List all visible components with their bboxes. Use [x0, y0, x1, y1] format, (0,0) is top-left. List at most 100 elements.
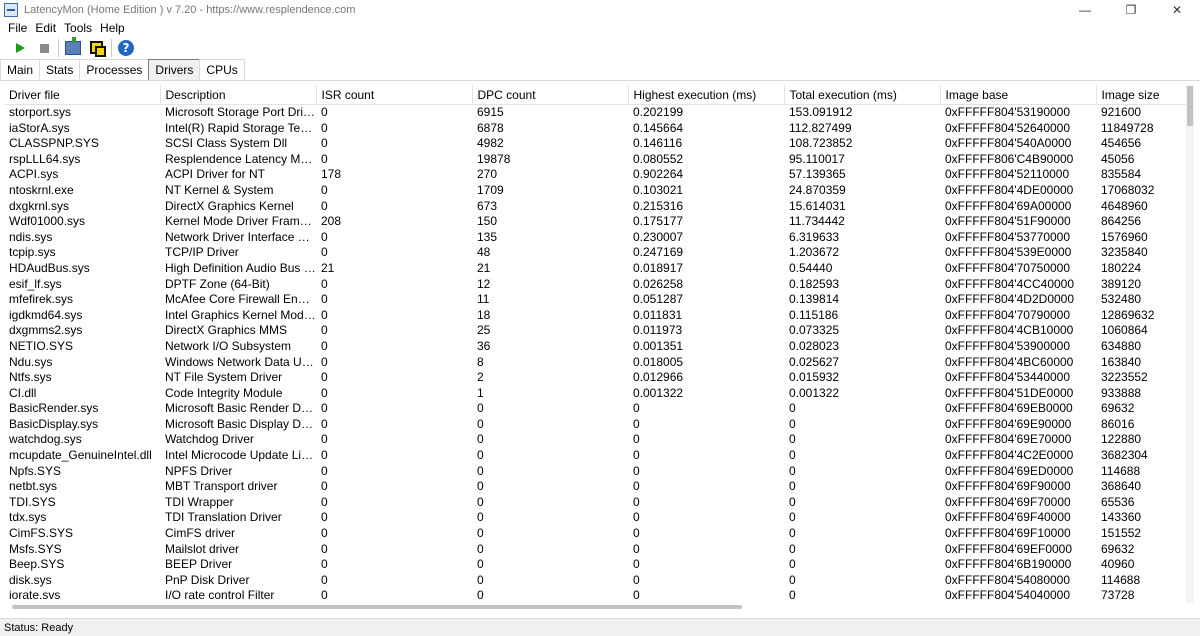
table-row[interactable]: NETIO.SYS Network I/O Subsystem 0 36 0.00135…	[4, 339, 1190, 355]
table-row[interactable]: HDAudBus.sys High Definition Audio Bus Dr…	[4, 261, 1190, 277]
table-row[interactable]: iorate.svs I/O rate control Filter 0 0 0 0 0xF…	[4, 588, 1190, 603]
table-row[interactable]: mfefirek.sys McAfee Core Firewall Engine …	[4, 292, 1190, 308]
table-row[interactable]: Ntfs.sys NT File System Driver 0 2 0.012966 0…	[4, 370, 1190, 386]
table-row[interactable]: CLASSPNP.SYS SCSI Class System Dll 0 4982 0.…	[4, 136, 1190, 152]
table-cell: 835584	[1101, 167, 1142, 182]
table-cell: 143360	[1101, 510, 1142, 525]
table-cell: 6915	[477, 105, 504, 119]
table-row[interactable]: BasicRender.sys Microsoft Basic Render Dr…	[4, 401, 1190, 417]
horizontal-scrollbar[interactable]	[4, 603, 1190, 611]
table-row[interactable]: BasicDisplay.sys Microsoft Basic Display …	[4, 417, 1190, 433]
table-header-row: Driver file Description ISR count DPC count…	[4, 85, 1190, 105]
table-row[interactable]: tcpip.sys TCP/IP Driver 0 48 0.247169 1.20367…	[4, 245, 1190, 261]
table-cell: BasicRender.sys	[9, 401, 99, 416]
table-cell: 0	[633, 494, 640, 509]
tab-stats[interactable]: Stats	[39, 59, 81, 80]
table-row[interactable]: tdx.sys TDI Translation Driver 0 0 0 0 0xFFFFF…	[4, 510, 1190, 526]
table-cell: Intel Graphics Kernel Mode Dr...	[165, 307, 316, 322]
table-cell: 0	[321, 588, 328, 603]
tab-drivers[interactable]: Drivers	[148, 59, 201, 80]
table-cell: Ntfs.sys	[9, 370, 52, 385]
column-header[interactable]: Image base	[940, 85, 1097, 105]
table-cell: 0	[789, 432, 796, 447]
table-row[interactable]: netbt.sys MBT Transport driver 0 0 0 0 0xFFFFF…	[4, 479, 1190, 495]
menu-item-file[interactable]: File	[4, 21, 31, 35]
table-row[interactable]: Beep.SYS BEEP Driver 0 0 0 0 0xFFFFF804'6B1900…	[4, 557, 1190, 573]
start-monitor-button[interactable]	[10, 38, 30, 58]
vertical-scrollbar[interactable]	[1186, 85, 1194, 603]
table-cell: CimFS driver	[165, 526, 236, 541]
column-header[interactable]: DPC count	[472, 85, 629, 105]
table-cell: 0xFFFFF804'69EB0000	[945, 401, 1073, 416]
copy-button[interactable]	[87, 38, 107, 58]
table-cell: dxgmms2.sys	[9, 323, 83, 338]
table-cell: Network Driver Interface Speci...	[165, 229, 316, 244]
table-cell: 208	[321, 214, 342, 229]
table-cell: 0.175177	[633, 214, 684, 229]
table-cell: 3235840	[1101, 245, 1148, 260]
table-row[interactable]: dxgkrnl.sys DirectX Graphics Kernel 0 673 0.…	[4, 199, 1190, 215]
tab-strip: Main Stats Processes Drivers CPUs	[0, 59, 1200, 81]
table-row[interactable]: ACPI.sys ACPI Driver for NT 178 270 0.902264…	[4, 167, 1190, 183]
table-cell: 0	[321, 370, 328, 385]
column-header[interactable]: Driver file	[4, 85, 161, 105]
menu-item-tools[interactable]: Tools	[60, 21, 96, 35]
column-header[interactable]: Description	[160, 85, 317, 105]
menu-item-edit[interactable]: Edit	[31, 21, 60, 35]
table-cell: Msfs.SYS	[9, 541, 62, 556]
menu-item-help[interactable]: Help	[96, 21, 129, 35]
table-row[interactable]: TDI.SYS TDI Wrapper 0 0 0 0 0xFFFFF804'69F7000…	[4, 495, 1190, 511]
table-cell: CI.dll	[9, 385, 37, 400]
table-cell: 17068032	[1101, 182, 1155, 197]
table-row[interactable]: mcupdate_GenuineIntel.dll Intel Microcode…	[4, 448, 1190, 464]
table-cell: 0	[477, 541, 484, 556]
table-row[interactable]: CimFS.SYS CimFS driver 0 0 0 0 0xFFFFF804'69F1…	[4, 526, 1190, 542]
table-cell: Npfs.SYS	[9, 463, 62, 478]
table-row[interactable]: storport.sys Microsoft Storage Port Drive…	[4, 105, 1190, 121]
table-cell: 0.018005	[633, 354, 684, 369]
table-cell: 19878	[477, 151, 511, 166]
tab-cpus[interactable]: CPUs	[199, 59, 245, 80]
table-cell: 0	[789, 494, 796, 509]
table-cell: 1.203672	[789, 245, 840, 260]
table-cell: 0	[789, 463, 796, 478]
column-header[interactable]: ISR count	[316, 85, 473, 105]
table-cell: 0	[633, 541, 640, 556]
table-row[interactable]: disk.sys PnP Disk Driver 0 0 0 0 0xFFFFF804'54…	[4, 573, 1190, 589]
table-cell: 0.001351	[633, 338, 684, 353]
table-cell: NPFS Driver	[165, 463, 233, 478]
vertical-scroll-thumb[interactable]	[1187, 86, 1193, 126]
status-bar: Status: Ready	[0, 618, 1200, 636]
table-row[interactable]: rspLLL64.sys Resplendence Latency Monit..…	[4, 152, 1190, 168]
table-cell: 0	[477, 416, 484, 431]
minimize-button[interactable]: —	[1062, 0, 1108, 20]
cpu-button[interactable]	[63, 37, 83, 58]
table-cell: 0xFFFFF804'53770000	[945, 229, 1071, 244]
table-row[interactable]: dxgmms2.sys DirectX Graphics MMS 0 25 0.0119…	[4, 323, 1190, 339]
column-header[interactable]: Image size	[1096, 85, 1190, 105]
tab-main[interactable]: Main	[0, 59, 41, 80]
table-row[interactable]: Wdf01000.sys Kernel Mode Driver Framewor.…	[4, 214, 1190, 230]
table-row[interactable]: watchdog.sys Watchdog Driver 0 0 0 0 0xFFFFF80…	[4, 432, 1190, 448]
table-row[interactable]: Ndu.sys Windows Network Data Usag... 0 8 0.0…	[4, 355, 1190, 371]
table-cell: 0	[321, 276, 328, 291]
horizontal-scroll-thumb[interactable]	[12, 605, 742, 609]
table-row[interactable]: ntoskrnl.exe NT Kernel & System 0 1709 0.103…	[4, 183, 1190, 199]
table-cell: Watchdog Driver	[165, 432, 254, 447]
table-row[interactable]: Npfs.SYS NPFS Driver 0 0 0 0 0xFFFFF804'69ED00…	[4, 464, 1190, 480]
table-cell: 6878	[477, 120, 504, 135]
table-row[interactable]: esif_lf.sys DPTF Zone (64-Bit) 0 12 0.026258…	[4, 277, 1190, 293]
table-row[interactable]: CI.dll Code Integrity Module 0 1 0.001322 0.0…	[4, 386, 1190, 402]
tab-processes[interactable]: Processes	[79, 59, 150, 80]
maximize-button[interactable]: ❐	[1108, 0, 1154, 20]
column-header[interactable]: Highest execution (ms)	[628, 85, 785, 105]
table-cell: watchdog.sys	[9, 432, 82, 447]
help-button[interactable]: ?	[116, 38, 136, 58]
stop-monitor-button[interactable]	[34, 38, 54, 58]
column-header[interactable]: Total execution (ms)	[784, 85, 941, 105]
table-row[interactable]: iaStorA.sys Intel(R) Rapid Storage Techno…	[4, 121, 1190, 137]
table-row[interactable]: igdkmd64.sys Intel Graphics Kernel Mode D…	[4, 308, 1190, 324]
table-row[interactable]: ndis.sys Network Driver Interface Speci..…	[4, 230, 1190, 246]
close-button[interactable]: ✕	[1154, 0, 1200, 20]
table-row[interactable]: Msfs.SYS Mailslot driver 0 0 0 0 0xFFFFF804'69…	[4, 542, 1190, 558]
